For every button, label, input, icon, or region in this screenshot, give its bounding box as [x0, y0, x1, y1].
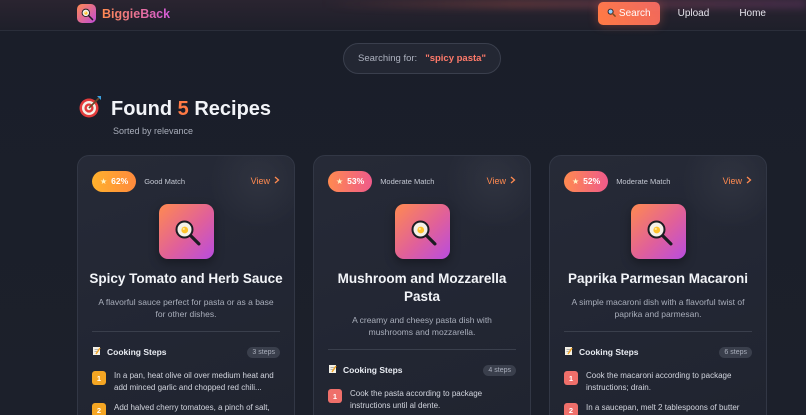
step-number: 1 — [564, 371, 578, 385]
step-number: 2 — [564, 403, 578, 415]
step-item: 2 In a saucepan, melt 2 tablespoons of b… — [564, 402, 752, 415]
nav-upload-link[interactable]: Upload — [678, 2, 710, 25]
frying-pan-icon — [631, 204, 686, 259]
memo-icon — [92, 343, 102, 361]
recipe-description: A creamy and cheesy pasta dish with mush… — [352, 315, 492, 337]
steps-header: Cooking Steps 4 steps — [328, 363, 516, 377]
view-button[interactable]: View — [487, 176, 516, 186]
divider — [92, 331, 280, 332]
frying-pan-icon — [159, 204, 214, 259]
match-label: Good Match — [144, 176, 186, 186]
card-header: ★ 53% Moderate Match View — [328, 170, 516, 192]
search-label: Searching for: — [358, 53, 418, 64]
step-text: Cook the macaroni according to package i… — [586, 371, 732, 392]
steps-header: Cooking Steps 3 steps — [92, 345, 280, 359]
star-icon: ★ — [572, 176, 580, 186]
match-label: Moderate Match — [616, 176, 671, 186]
steps-count: 4 steps — [483, 364, 516, 376]
steps-count: 6 steps — [719, 346, 752, 358]
step-item: 1 Cook the macaroni according to package… — [564, 370, 752, 394]
brand[interactable]: BiggieBack — [77, 4, 170, 23]
steps-title: Cooking Steps — [343, 365, 403, 375]
divider — [328, 349, 516, 350]
result-count: 5 — [177, 98, 189, 120]
star-icon: ★ — [336, 176, 344, 186]
step-text: Cook the pasta according to package inst… — [350, 389, 483, 410]
page-title: Found 5 Recipes — [111, 98, 271, 121]
chevron-right-icon — [510, 176, 516, 186]
match-percent: 52% — [583, 176, 601, 186]
nav-home-link[interactable]: Home — [739, 2, 766, 25]
recipe-card[interactable]: ★ 62% Good Match View Spicy Tomato and H… — [77, 155, 295, 415]
view-label: View — [722, 176, 742, 186]
step-number: 1 — [328, 389, 342, 403]
recipe-description: A flavorful sauce perfect for pasta or a… — [98, 297, 274, 319]
memo-icon — [564, 343, 574, 361]
results-heading: Found 5 Recipes — [77, 94, 271, 125]
match-badge: ★ 53% — [328, 170, 373, 192]
match-percent: 53% — [347, 176, 365, 186]
nav-search-button[interactable]: Search — [597, 2, 660, 25]
frying-pan-icon — [395, 204, 450, 259]
star-icon: ★ — [100, 176, 108, 186]
chevron-right-icon — [746, 176, 752, 186]
view-button[interactable]: View — [723, 176, 752, 186]
target-icon — [77, 94, 103, 125]
view-label: View — [250, 176, 270, 186]
search-query-pill: Searching for: "spicy pasta" — [343, 43, 501, 74]
found-suffix: Recipes — [194, 98, 272, 120]
steps-header: Cooking Steps 6 steps — [564, 345, 752, 359]
brand-name: BiggieBack — [102, 6, 171, 21]
step-number: 1 — [92, 371, 106, 385]
recipe-title: Mushroom and Mozzarella Pasta — [337, 271, 507, 304]
nav-search-label: Search — [618, 8, 651, 19]
step-number: 2 — [92, 403, 106, 415]
steps-title: Cooking Steps — [107, 347, 167, 357]
match-badge: ★ 52% — [564, 170, 609, 192]
card-header: ★ 62% Good Match View — [92, 170, 280, 192]
steps-count: 3 steps — [247, 346, 280, 358]
match-label: Moderate Match — [380, 176, 435, 186]
frying-pan-icon — [77, 4, 96, 23]
found-prefix: Found — [111, 98, 173, 120]
recipe-title: Paprika Parmesan Macaroni — [567, 271, 749, 286]
chevron-right-icon — [274, 176, 280, 186]
step-item: 2 Add halved cherry tomatoes, a pinch of… — [92, 402, 280, 415]
steps-title: Cooking Steps — [579, 347, 639, 357]
step-text: Add halved cherry tomatoes, a pinch of s… — [114, 403, 270, 412]
search-query: "spicy pasta" — [425, 53, 486, 64]
top-navbar: BiggieBack Search Upload Home — [0, 0, 806, 31]
sort-label: Sorted by relevance — [113, 126, 194, 136]
divider — [564, 331, 752, 332]
recipe-title: Spicy Tomato and Herb Sauce — [89, 271, 283, 286]
view-button[interactable]: View — [251, 176, 280, 186]
step-item: 1 In a pan, heat olive oil over medium h… — [92, 370, 280, 394]
step-text: In a saucepan, melt 2 tablespoons of but… — [586, 403, 740, 412]
match-percent: 62% — [111, 176, 129, 186]
match-badge: ★ 62% — [92, 170, 137, 192]
card-header: ★ 52% Moderate Match View — [564, 170, 752, 192]
step-text: In a pan, heat olive oil over medium hea… — [114, 371, 274, 392]
nav-links: Search Upload Home — [597, 2, 766, 25]
step-item: 1 Cook the pasta according to package in… — [328, 388, 516, 412]
view-label: View — [486, 176, 506, 186]
recipe-card[interactable]: ★ 53% Moderate Match View Mushroom and M… — [313, 155, 531, 415]
recipe-description: A simple macaroni dish with a flavorful … — [571, 297, 745, 319]
magnifier-icon — [607, 8, 616, 20]
recipe-card[interactable]: ★ 52% Moderate Match View Paprika Parmes… — [549, 155, 767, 415]
memo-icon — [328, 361, 338, 379]
